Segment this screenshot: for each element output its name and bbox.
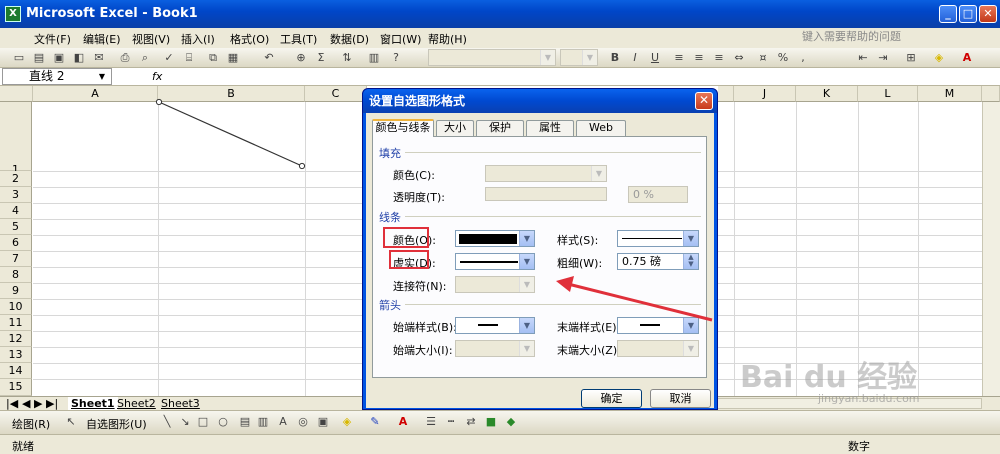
annotation-arrow-head bbox=[556, 276, 574, 292]
annotation-arrow-line bbox=[567, 282, 713, 322]
annotation-layer bbox=[556, 276, 713, 322]
tab-colors-lines[interactable]: 颜色与线条 bbox=[372, 119, 434, 137]
